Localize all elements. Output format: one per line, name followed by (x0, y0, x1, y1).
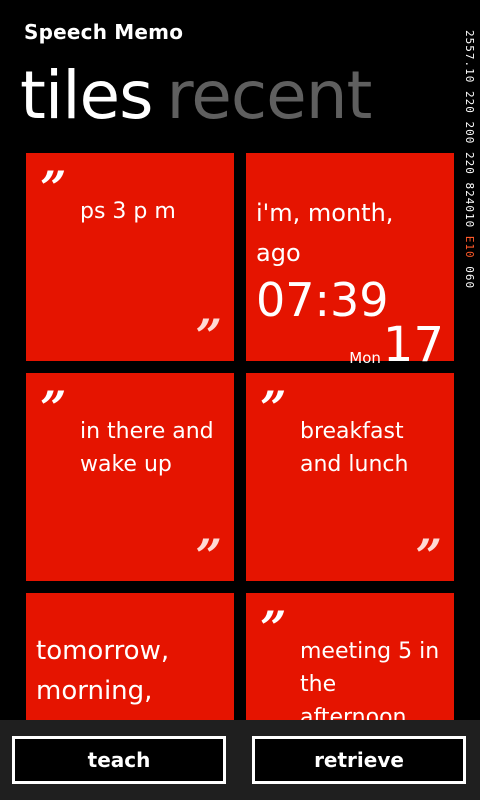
quote-open-icon: ” (40, 161, 67, 215)
quote-close-icon: ” (195, 309, 222, 363)
memo-tile[interactable]: tomorrow, morning, (26, 593, 234, 720)
memo-day-of-week: Mon (349, 349, 381, 367)
quote-open-icon: ” (260, 381, 287, 435)
tiles-grid: ” ps 3 p m ” i'm, month, ago 07:39 Mon17… (0, 0, 480, 720)
memo-tile[interactable]: ” in there and wake up ” (26, 373, 234, 581)
retrieve-button[interactable]: retrieve (252, 736, 466, 784)
quote-close-icon: ” (195, 529, 222, 583)
memo-text: breakfast and lunch (300, 419, 409, 477)
quote-close-icon: ” (415, 529, 442, 583)
memo-date: Mon17 (349, 321, 444, 369)
teach-button[interactable]: teach (12, 736, 226, 784)
memo-tile-time[interactable]: i'm, month, ago 07:39 Mon17 (246, 153, 454, 369)
memo-day-number: 17 (382, 317, 444, 373)
quote-open-icon: ” (40, 381, 67, 435)
memo-text: tomorrow, morning, (36, 636, 170, 706)
memo-text: i'm, month, ago (256, 199, 394, 267)
memo-tile[interactable]: ” ps 3 p m ” (26, 153, 234, 361)
memo-tile[interactable]: ” breakfast and lunch ” (246, 373, 454, 581)
memo-tile[interactable]: ” meeting 5 in the afternoon (246, 593, 454, 720)
quote-open-icon: ” (260, 601, 287, 655)
time-block: i'm, month, ago 07:39 Mon17 (256, 193, 444, 369)
memo-text: ps 3 p m (80, 199, 176, 224)
app-bar: teach retrieve (0, 720, 480, 800)
memo-text: meeting 5 in the afternoon (300, 639, 440, 720)
memo-text: in there and wake up (80, 419, 214, 477)
